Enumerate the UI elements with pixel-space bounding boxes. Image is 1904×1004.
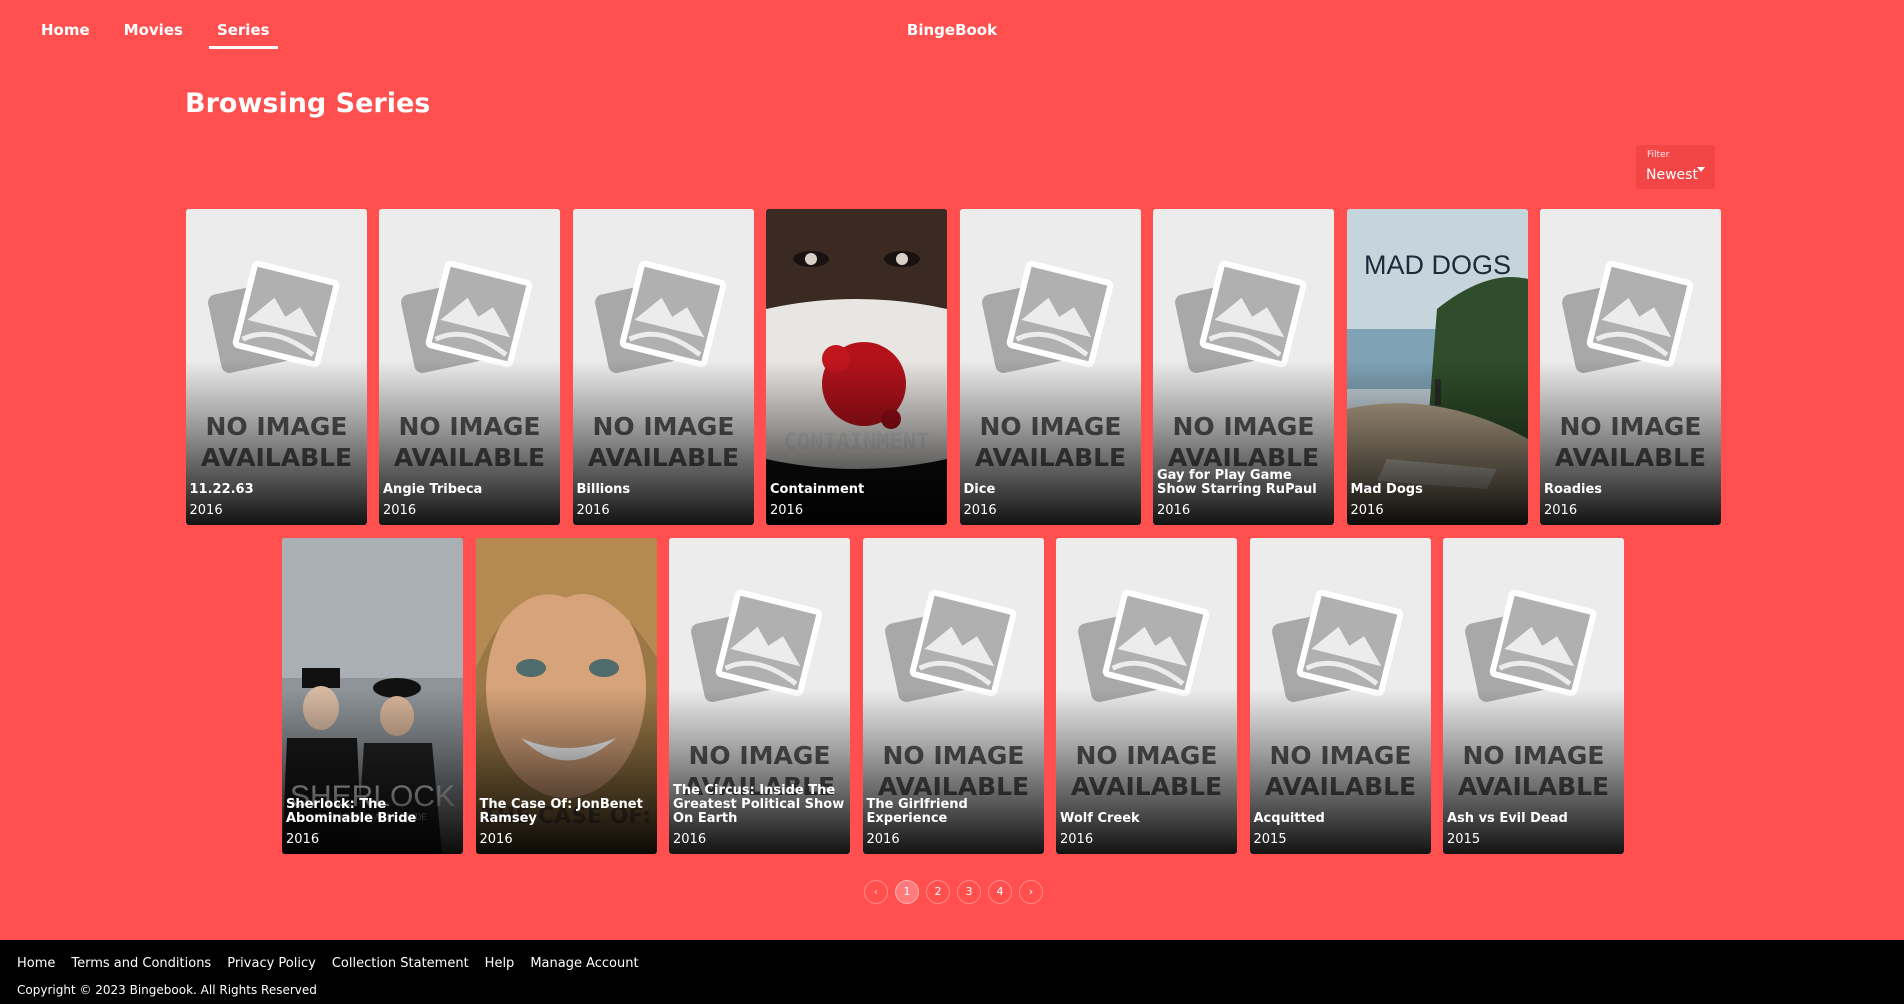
series-card[interactable]: NO IMAGEAVAILABLEAcquitted2015 xyxy=(1249,538,1431,854)
series-title: Gay for Play Game Show Starring RuPaul xyxy=(1157,468,1317,497)
series-year: 2016 xyxy=(1060,832,1094,847)
page-button-1[interactable]: 1 xyxy=(895,880,919,904)
series-year: 2016 xyxy=(286,832,320,847)
card-gradient-overlay xyxy=(669,689,850,854)
footer-link-home[interactable]: Home xyxy=(17,956,55,971)
footer-link-collection-statement[interactable]: Collection Statement xyxy=(332,956,469,971)
series-year: 2015 xyxy=(1447,832,1481,847)
top-navigation: Home Movies Series BingeBook xyxy=(0,0,1904,60)
brand-logo[interactable]: BingeBook xyxy=(0,21,1904,39)
prev-page-chevron-left-icon[interactable]: ‹ xyxy=(864,880,888,904)
series-title: The Circus: Inside The Greatest Politica… xyxy=(673,783,845,826)
series-year: 2016 xyxy=(576,503,610,518)
card-gradient-overlay xyxy=(1346,360,1528,525)
card-gradient-overlay xyxy=(185,360,367,525)
card-gradient-overlay xyxy=(862,689,1044,854)
series-title: Billions xyxy=(576,482,631,497)
series-row-1: NO IMAGEAVAILABLE11.22.632016NO IMAGEAVA… xyxy=(0,209,1904,525)
filter-select[interactable]: Filter Newest xyxy=(1636,145,1715,189)
series-card[interactable]: NO IMAGEAVAILABLE11.22.632016 xyxy=(185,209,367,525)
card-gradient-overlay xyxy=(475,689,657,854)
series-card[interactable]: NO IMAGEAVAILABLEThe Circus: Inside The … xyxy=(669,538,850,854)
series-year: 2016 xyxy=(1544,503,1578,518)
series-card[interactable]: CONTAINMENTContainment2016 xyxy=(766,209,947,525)
series-title: Containment xyxy=(770,482,865,497)
card-gradient-overlay xyxy=(1443,689,1624,854)
footer-link-privacy-policy[interactable]: Privacy Policy xyxy=(227,956,316,971)
card-gradient-overlay xyxy=(1249,689,1431,854)
series-card[interactable]: NO IMAGEAVAILABLEAngie Tribeca2016 xyxy=(379,209,560,525)
series-card[interactable]: THE CASE OF:The Case Of: JonBenet Ramsey… xyxy=(475,538,657,854)
series-card[interactable]: NO IMAGEAVAILABLEWolf Creek2016 xyxy=(1056,538,1237,854)
series-year: 2016 xyxy=(963,503,997,518)
series-year: 2016 xyxy=(479,832,513,847)
footer-link-manage-account[interactable]: Manage Account xyxy=(530,956,638,971)
page-button-4[interactable]: 4 xyxy=(988,880,1012,904)
series-card[interactable]: NO IMAGEAVAILABLEGay for Play Game Show … xyxy=(1153,209,1334,525)
series-card[interactable]: NO IMAGEAVAILABLEBillions2016 xyxy=(572,209,754,525)
series-title: 11.22.63 xyxy=(189,482,254,497)
series-card[interactable]: SHERLOCKTHE ABOMINABLE BRIDESherlock: Th… xyxy=(282,538,463,854)
pagination: ‹ 1 2 3 4 › xyxy=(0,880,1904,904)
series-title: Roadies xyxy=(1544,482,1603,497)
series-title: The Girlfriend Experience xyxy=(866,797,968,826)
filter-value: Newest xyxy=(1646,167,1698,183)
footer-links: Home Terms and Conditions Privacy Policy Co… xyxy=(17,956,639,971)
series-title: Mad Dogs xyxy=(1350,482,1423,497)
series-year: 2016 xyxy=(189,503,223,518)
card-gradient-overlay xyxy=(1056,689,1237,854)
card-gradient-overlay xyxy=(959,360,1141,525)
next-page-chevron-right-icon[interactable]: › xyxy=(1019,880,1043,904)
caret-down-icon xyxy=(1697,167,1705,172)
maddogs-poster-text: MAD DOGS xyxy=(1363,250,1510,280)
series-card[interactable]: NO IMAGEAVAILABLERoadies2016 xyxy=(1540,209,1721,525)
series-year: 2016 xyxy=(383,503,417,518)
series-title: Wolf Creek xyxy=(1060,811,1140,826)
series-year: 2016 xyxy=(770,503,804,518)
series-card[interactable]: NO IMAGEAVAILABLEDice2016 xyxy=(959,209,1141,525)
filter-label: Filter xyxy=(1647,150,1670,160)
footer: Home Terms and Conditions Privacy Policy Co… xyxy=(0,940,1904,1004)
series-year: 2016 xyxy=(866,832,900,847)
footer-link-terms-and-conditions[interactable]: Terms and Conditions xyxy=(71,956,211,971)
footer-link-help[interactable]: Help xyxy=(485,956,515,971)
series-card[interactable]: MAD DOGS Mad Dogs 2016 xyxy=(1346,209,1528,525)
card-gradient-overlay xyxy=(766,360,947,525)
page-title: Browsing Series xyxy=(185,88,431,119)
card-gradient-overlay xyxy=(1153,360,1334,525)
page-button-3[interactable]: 3 xyxy=(957,880,981,904)
card-gradient-overlay xyxy=(572,360,754,525)
copyright: Copyright © 2023 Bingebook. All Rights R… xyxy=(17,983,317,997)
series-title: Dice xyxy=(963,482,996,497)
page-button-2[interactable]: 2 xyxy=(926,880,950,904)
series-year: 2016 xyxy=(673,832,707,847)
series-year: 2016 xyxy=(1157,503,1191,518)
series-title: Ash vs Evil Dead xyxy=(1447,811,1568,826)
series-title: The Case Of: JonBenet Ramsey xyxy=(479,797,643,826)
series-card[interactable]: NO IMAGEAVAILABLEThe Girlfriend Experien… xyxy=(862,538,1044,854)
series-title: Angie Tribeca xyxy=(383,482,483,497)
card-gradient-overlay xyxy=(282,689,463,854)
series-card[interactable]: NO IMAGEAVAILABLEAsh vs Evil Dead2015 xyxy=(1443,538,1624,854)
series-title: Sherlock: The Abominable Bride xyxy=(286,797,417,826)
series-row-2: SHERLOCKTHE ABOMINABLE BRIDESherlock: Th… xyxy=(0,538,1904,854)
series-title: Acquitted xyxy=(1253,811,1325,826)
card-gradient-overlay xyxy=(379,360,560,525)
series-year: 2015 xyxy=(1253,832,1287,847)
series-year: 2016 xyxy=(1350,503,1384,518)
card-gradient-overlay xyxy=(1540,360,1721,525)
